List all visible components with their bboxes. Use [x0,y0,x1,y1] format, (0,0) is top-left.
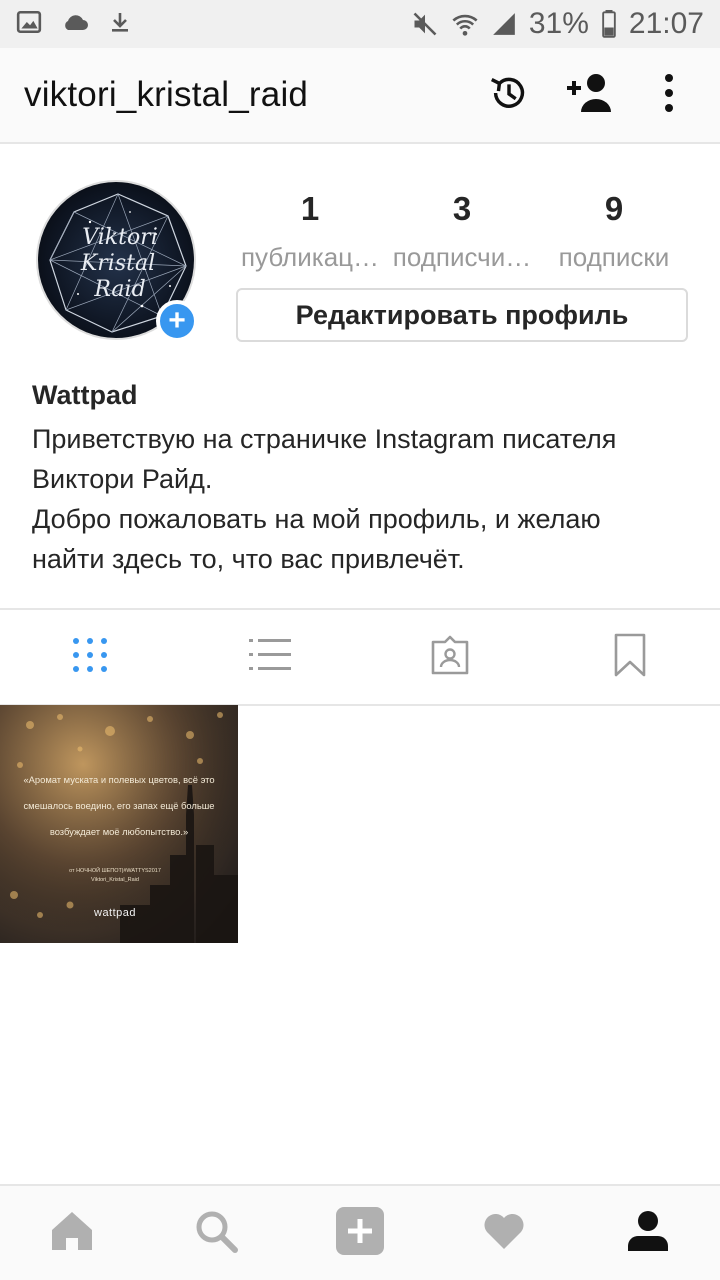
tagged-icon [429,634,471,681]
mute-icon [411,10,439,38]
download-icon [108,9,132,40]
stat-posts-label: публикац… [240,242,380,272]
list-icon [249,637,291,678]
bio-name: Wattpad [32,380,138,410]
battery-icon [601,10,617,38]
avatar-container[interactable]: Viktori Kristal Raid + [36,180,198,342]
profile-header: viktori_kristal_raid [0,48,720,144]
signal-icon [491,11,517,37]
battery-percent: 31% [528,7,589,40]
image-icon [16,9,42,40]
svg-text:Raid: Raid [93,277,145,302]
nav-search[interactable] [144,1186,288,1280]
stat-followers[interactable]: 3 подписчи… [388,190,536,273]
nav-activity[interactable] [432,1186,576,1280]
post-credit: от НОЧНОЙ ШЕПОТ|#WATTYS2017 Viktori_Kris… [69,868,161,883]
nav-profile[interactable] [576,1186,720,1280]
wifi-icon [451,10,479,38]
tab-tagged[interactable] [360,610,540,704]
edit-profile-button[interactable]: Редактировать профиль [236,288,688,342]
profile-icon [627,1210,669,1257]
stat-following-count: 9 [604,190,624,227]
history-button[interactable] [482,68,536,122]
bio-section: Wattpad Приветствую на страничке Instagr… [32,380,692,579]
nav-home[interactable] [0,1186,144,1280]
stat-following-label: подписки [558,242,670,272]
profile-view-tabs [0,608,720,706]
post-quote: «Аромат муската и полевых цветов, всё эт… [23,774,215,837]
profile-section: Viktori Kristal Raid + 1 публикац… 3 под… [0,146,720,608]
add-user-icon [563,70,615,121]
bottom-navigation [0,1184,720,1280]
svg-text:Kristal: Kristal [80,251,155,276]
cloud-icon [60,9,90,40]
add-user-button[interactable] [562,68,616,122]
activity-heart-icon [482,1211,526,1256]
more-icon [663,73,675,118]
tab-grid[interactable] [0,610,180,704]
history-icon [486,70,532,121]
post-thumbnail[interactable]: «Аромат муската и полевых цветов, всё эт… [0,705,238,943]
bio-text: Приветствую на страничке Instagram писат… [32,424,617,574]
stat-following[interactable]: 9 подписки [540,190,688,273]
username-title: viktori_kristal_raid [24,75,309,114]
svg-text:Viktori: Viktori [82,225,158,250]
status-bar: 31% 21:07 [0,0,720,48]
nav-add-post[interactable] [288,1186,432,1280]
grid-icon [71,636,109,679]
add-story-button[interactable]: + [156,300,198,342]
tab-saved[interactable] [540,610,720,704]
clock: 21:07 [628,7,704,40]
stat-followers-label: подписчи… [392,242,532,272]
plus-icon: + [168,304,186,337]
profile-stats: 1 публикац… 3 подписчи… 9 подписки [236,190,688,273]
add-post-icon [336,1206,384,1260]
home-icon [50,1210,94,1257]
saved-icon [613,633,647,682]
search-icon [194,1209,238,1258]
tab-list[interactable] [180,610,360,704]
stat-posts-count: 1 [300,190,320,227]
stat-posts[interactable]: 1 публикац… [236,190,384,273]
post-brand: wattpad [94,907,137,919]
more-options-button[interactable] [642,68,696,122]
stat-followers-count: 3 [452,190,472,227]
